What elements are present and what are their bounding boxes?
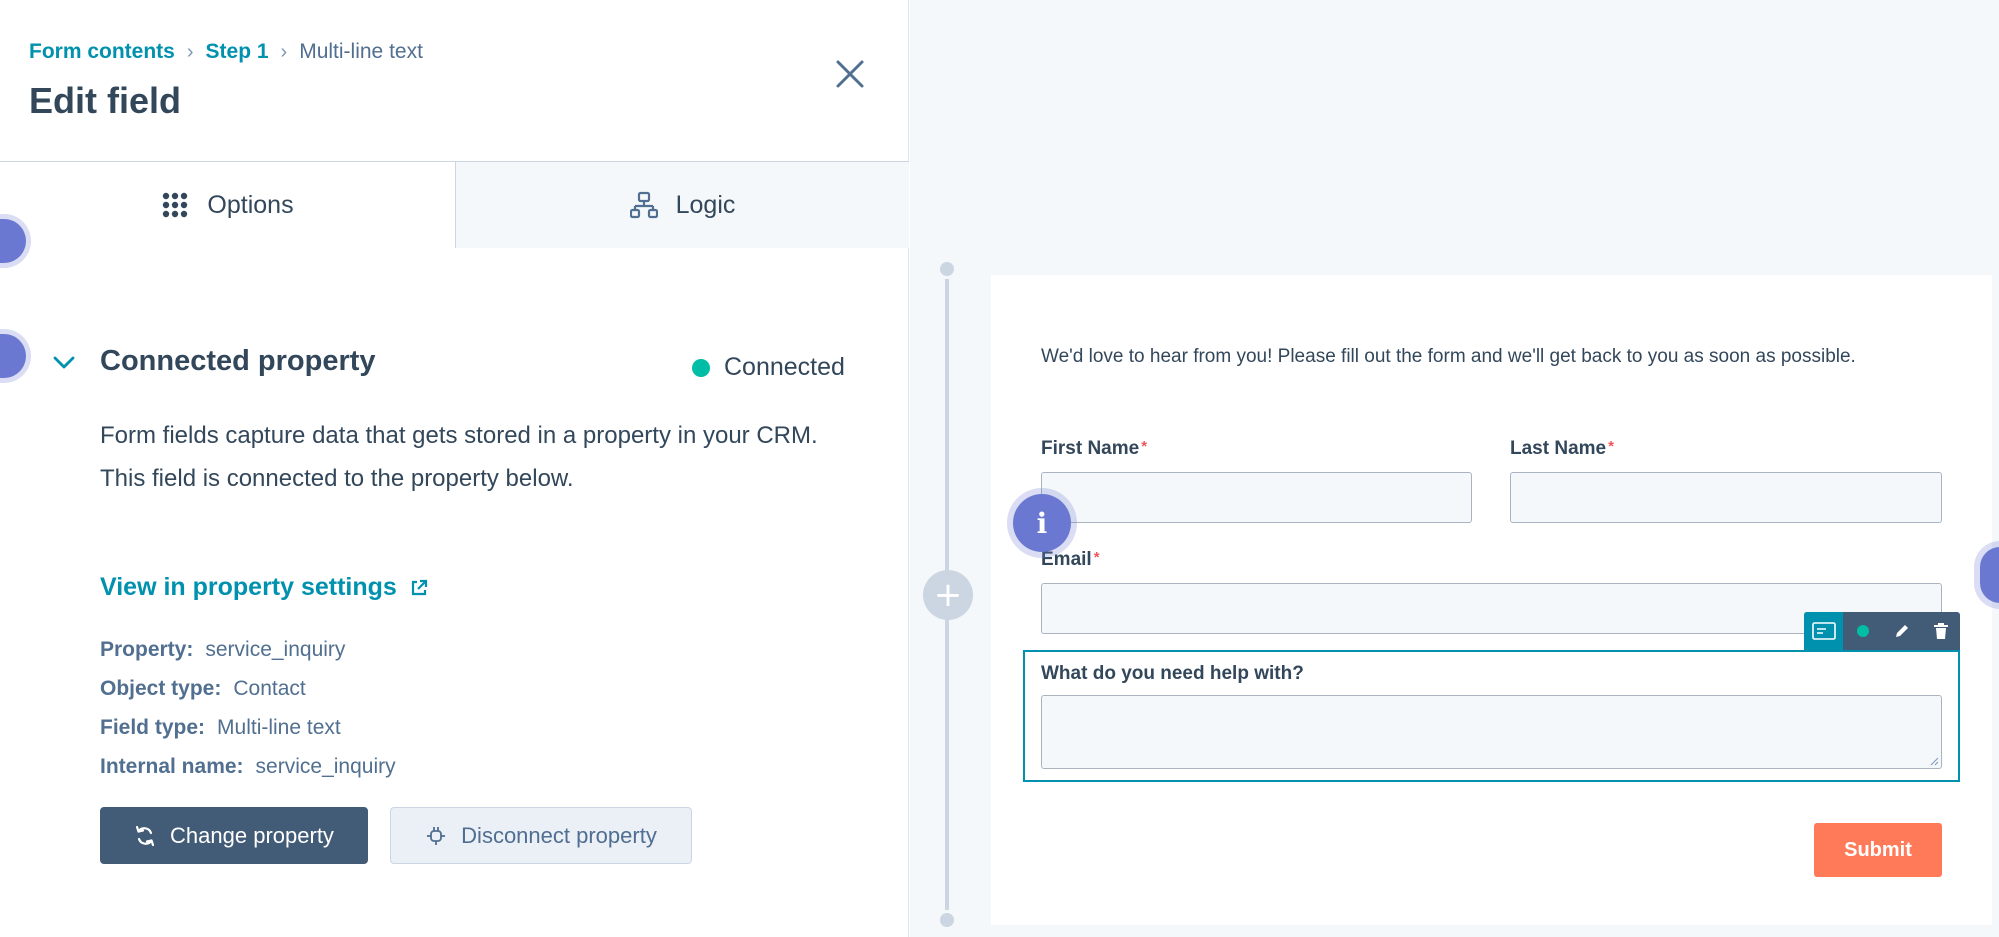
view-property-settings-link[interactable]: View in property settings [100, 573, 429, 602]
description-line: Form fields capture data that gets store… [100, 422, 818, 449]
field-card-icon [1811, 622, 1836, 640]
disconnect-property-label: Disconnect property [461, 822, 657, 848]
help-textarea[interactable] [1041, 695, 1942, 769]
tab-logic-label: Logic [675, 190, 736, 219]
detail-row: Object type: Contact [100, 669, 396, 708]
breadcrumb: Form contents › Step 1 › Multi-line text [29, 40, 423, 64]
detail-row: Property: service_inquiry [100, 630, 396, 669]
detail-key: Internal name: [100, 754, 244, 778]
detail-key: Field type: [100, 715, 206, 739]
resize-grip-icon[interactable] [1929, 756, 1939, 766]
last-name-label: Last Name * [1510, 438, 1614, 460]
description-line: This field is connected to the property … [100, 465, 574, 492]
link-label: View in property settings [100, 573, 397, 601]
status-badge: Connected [692, 353, 845, 382]
field-card-button[interactable] [1804, 612, 1843, 650]
breadcrumb-step-1[interactable]: Step 1 [206, 40, 269, 64]
close-icon [836, 60, 864, 88]
change-property-label: Change property [170, 822, 334, 848]
detail-value: service_inquiry [205, 637, 346, 661]
chevron-right-icon: › [186, 40, 194, 63]
breadcrumb-current: Multi-line text [299, 40, 423, 63]
add-step-button[interactable]: + [923, 570, 973, 620]
field-toolbar [1804, 612, 1960, 650]
required-mark: * [1093, 549, 1100, 566]
detail-row: Field type: Multi-line text [100, 708, 396, 747]
change-property-button[interactable]: Change property [100, 807, 368, 864]
connected-property-header[interactable]: Connected property [50, 345, 376, 378]
tab-logic[interactable]: Logic [455, 162, 909, 248]
pencil-icon [1895, 625, 1908, 637]
page-title: Edit field [29, 80, 181, 121]
detail-row: Internal name: service_inquiry [100, 747, 396, 786]
refresh-icon [135, 825, 155, 846]
last-name-label-text: Last Name [1510, 438, 1607, 459]
grid-icon [163, 192, 188, 218]
last-name-input[interactable] [1510, 472, 1942, 523]
required-mark: * [1141, 438, 1148, 455]
chevron-right-icon: › [280, 40, 288, 63]
tab-options-label: Options [207, 190, 294, 219]
trash-icon [1933, 623, 1948, 639]
required-mark: * [1608, 438, 1614, 455]
edit-field-panel: Form contents › Step 1 › Multi-line text… [0, 0, 909, 937]
help-label: What do you need help with? [1041, 663, 1304, 684]
detail-value: service_inquiry [255, 754, 396, 778]
delete-field-button[interactable] [1921, 612, 1960, 650]
dot-icon [1856, 625, 1869, 637]
submit-button[interactable]: Submit [1814, 823, 1942, 877]
first-name-label: First Name * [1041, 438, 1147, 460]
unplug-icon [427, 826, 446, 845]
detail-key: Object type: [100, 676, 222, 700]
section-title: Connected property [100, 345, 376, 377]
edit-field-button[interactable] [1882, 612, 1921, 650]
tab-options[interactable]: Options [0, 162, 455, 248]
section-description: Form fields capture data that gets store… [100, 414, 860, 500]
external-link-icon [411, 579, 427, 595]
first-name-label-text: First Name [1041, 438, 1140, 459]
detail-key: Property: [100, 637, 194, 661]
disconnect-property-button[interactable]: Disconnect property [390, 807, 692, 864]
tab-bar: Options Logic [0, 161, 909, 248]
close-button[interactable] [830, 54, 870, 94]
detail-value: Multi-line text [217, 715, 341, 739]
timeline-dot [937, 259, 957, 279]
email-label: Email * [1041, 549, 1100, 571]
connection-status-button[interactable] [1843, 612, 1882, 650]
status-dot-icon [692, 358, 710, 377]
tour-beacon[interactable] [1980, 547, 1999, 603]
email-label-text: Email [1041, 549, 1092, 570]
breadcrumb-form-contents[interactable]: Form contents [29, 40, 175, 64]
tour-beacon[interactable] [0, 334, 26, 378]
info-beacon[interactable]: i [1013, 494, 1071, 552]
timeline-dot [937, 910, 957, 930]
status-label: Connected [724, 353, 845, 381]
chevron-down-icon [53, 356, 75, 368]
detail-value: Contact [233, 676, 306, 700]
first-name-input[interactable] [1041, 472, 1472, 523]
form-intro-text: We'd love to hear from you! Please fill … [1041, 346, 1856, 367]
property-details: Property: service_inquiry Object type: C… [100, 630, 396, 786]
logic-tree-icon [629, 191, 658, 219]
